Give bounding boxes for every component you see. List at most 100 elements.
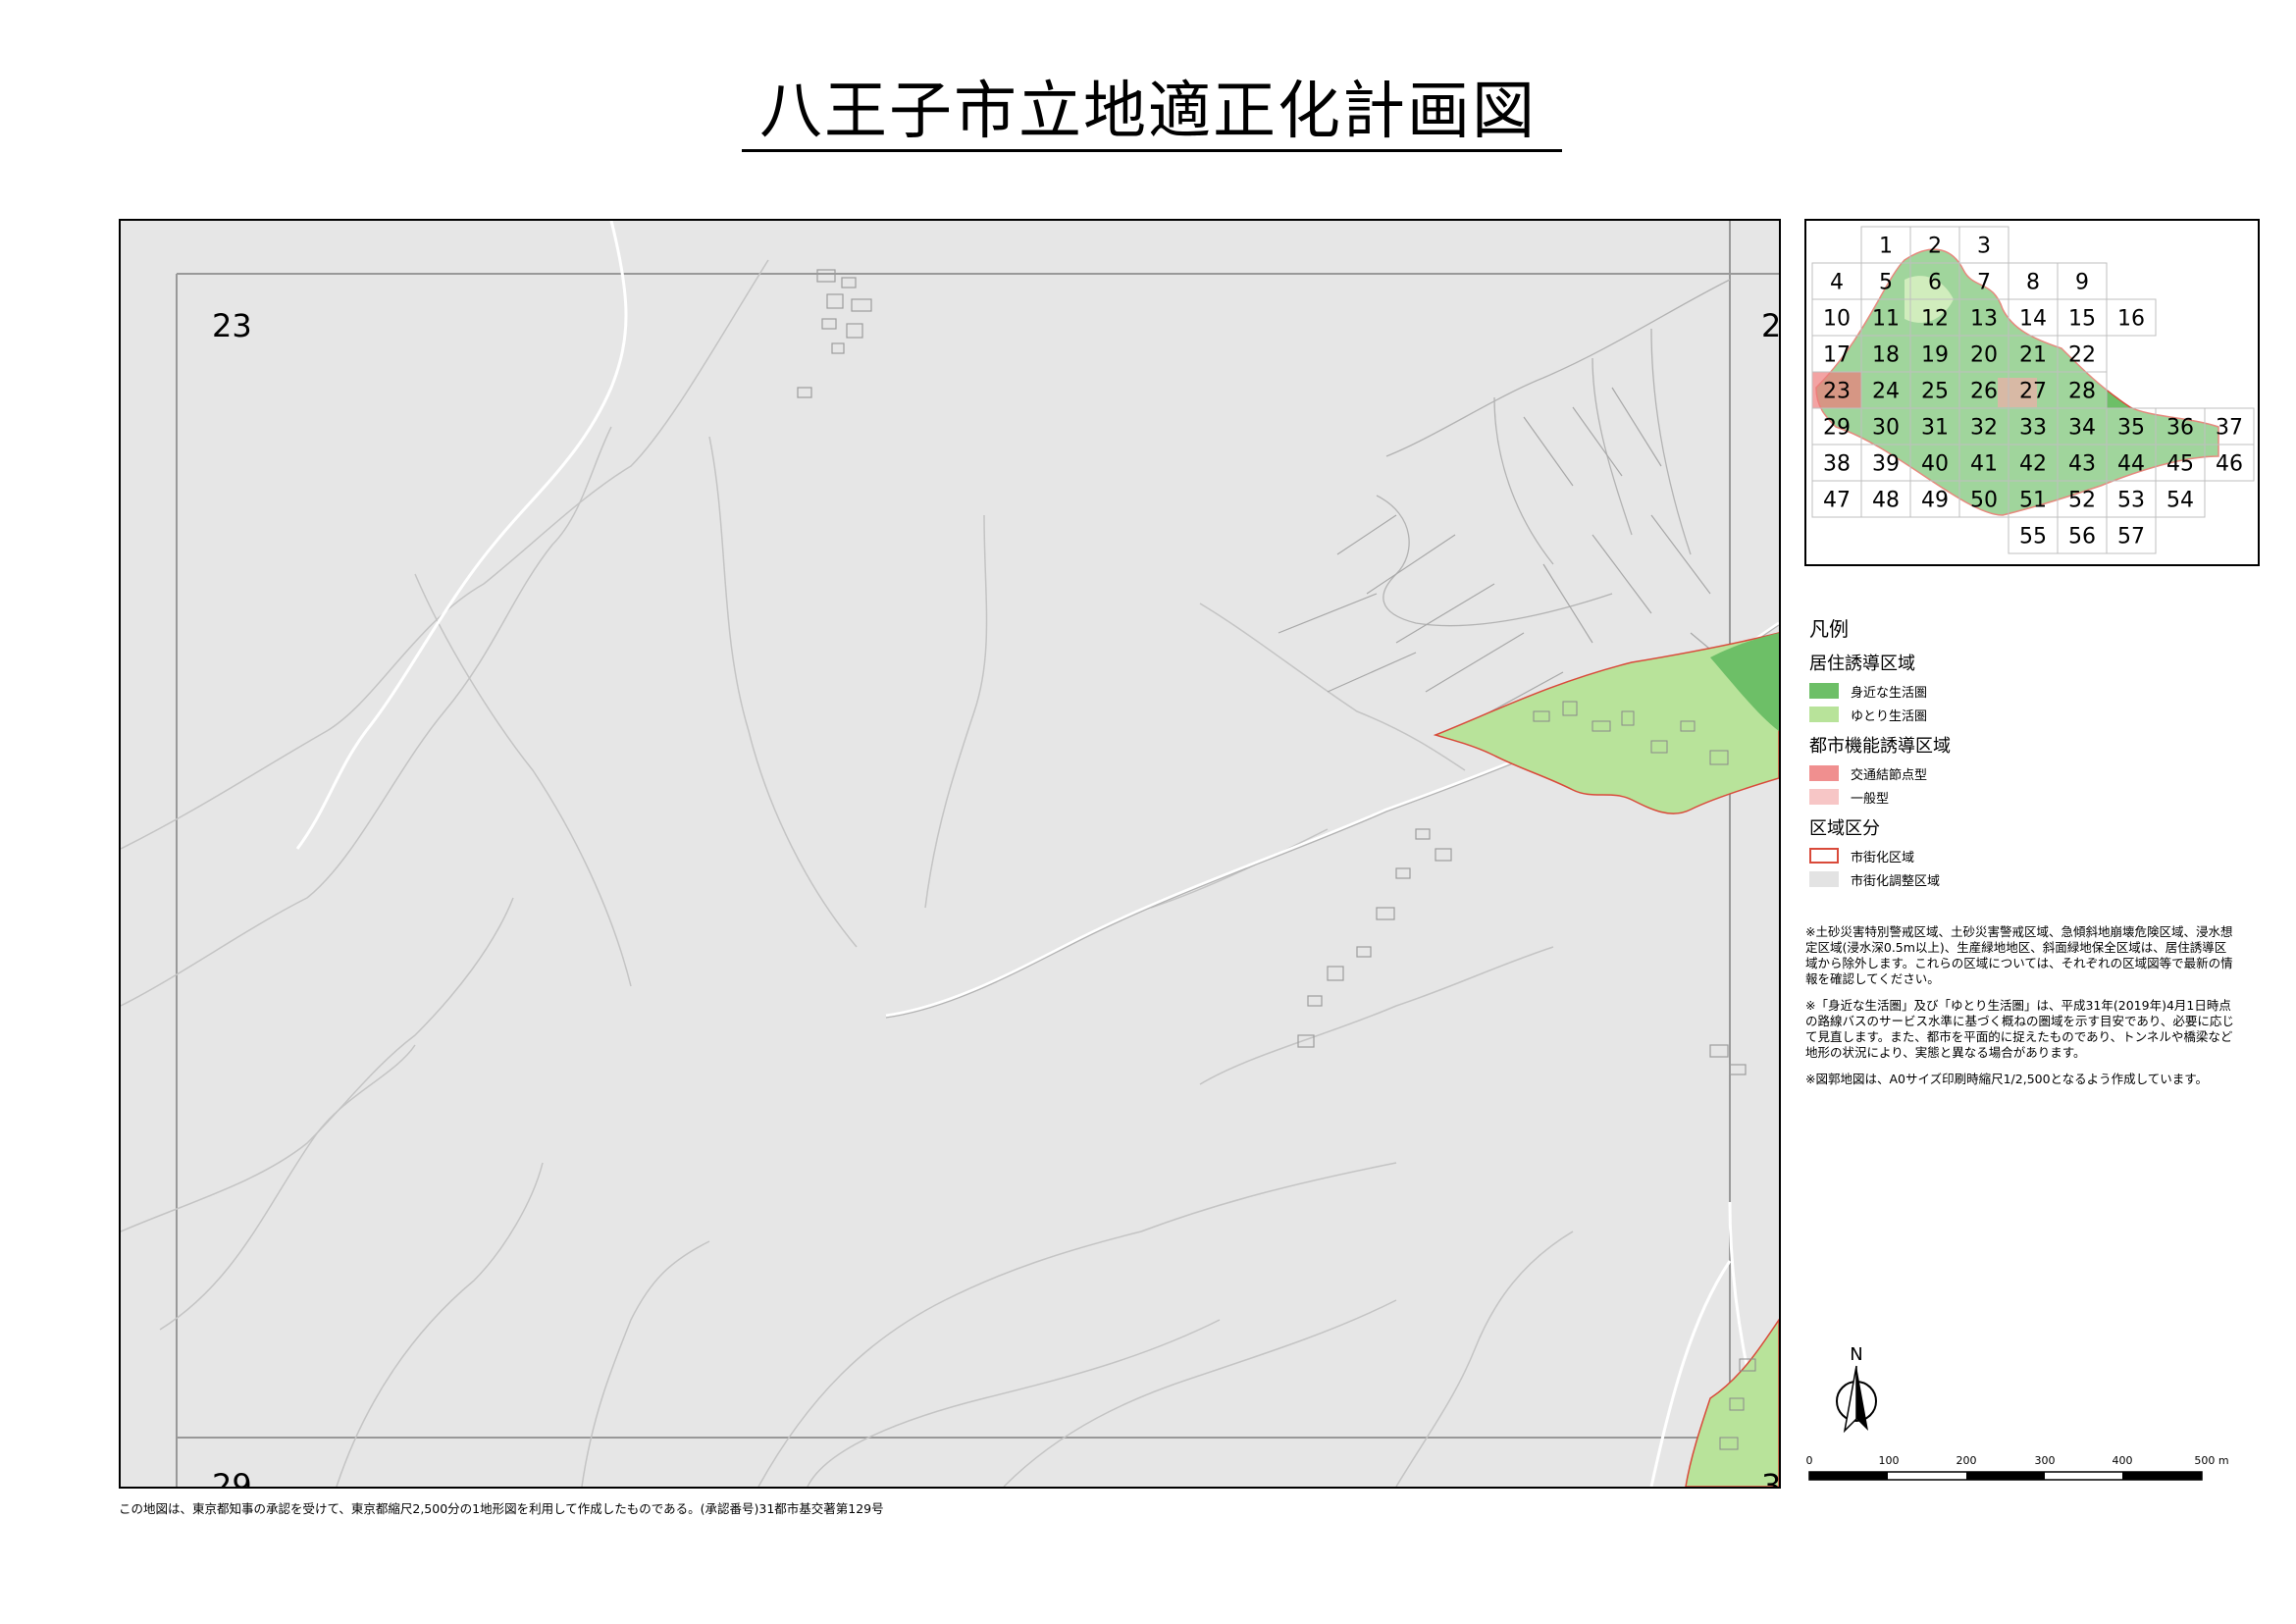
sheet-number-bottom-left: 29 <box>212 1467 252 1489</box>
swatch-mijika <box>1809 683 1839 699</box>
index-cell-label: 26 <box>1970 380 1998 404</box>
index-cell-label: 14 <box>2019 307 2047 332</box>
index-cell-label: 10 <box>1823 307 1851 332</box>
index-cell-label: 6 <box>1928 271 1942 295</box>
legend-group-urban-function: 都市機能誘導区域 交通結節点型 一般型 <box>1809 732 2261 809</box>
index-cell-label: 43 <box>2068 452 2096 477</box>
index-cell-label: 12 <box>1921 307 1949 332</box>
index-cell-label: 47 <box>1823 489 1851 513</box>
north-arrow-icon: N <box>1836 1344 1877 1434</box>
sheet-grid <box>176 221 1779 1487</box>
index-cell-label: 36 <box>2166 416 2194 441</box>
index-cell-label: 17 <box>1823 343 1851 368</box>
index-cell-label: 11 <box>1872 307 1900 332</box>
roads <box>295 221 1779 1487</box>
index-cell-label: 54 <box>2166 489 2194 513</box>
index-cell-label: 24 <box>1872 380 1900 404</box>
area-yutori-lower <box>1685 1318 1779 1487</box>
index-cell-label: 20 <box>1970 343 1998 368</box>
legend-title: 凡例 <box>1809 617 1849 641</box>
index-cell-label: 33 <box>2019 416 2047 441</box>
index-cell-label: 19 <box>1921 343 1949 368</box>
swatch-urbanization <box>1809 848 1839 864</box>
index-map-canvas: 1 2 34 5 6 7 8 910 11 12 13 14 15 1617 18 19 20 21 2223 24 2… <box>1811 226 2255 554</box>
index-cell-label: 27 <box>2019 380 2047 404</box>
index-cell-label: 28 <box>2068 380 2096 404</box>
index-cell-label: 51 <box>2019 489 2047 513</box>
swatch-transit-node <box>1809 765 1839 781</box>
index-cell-label: 16 <box>2117 307 2145 332</box>
scale-label: 100 <box>1879 1454 1900 1467</box>
index-cell-label: 7 <box>1977 271 1991 295</box>
legend-group-residential: 居住誘導区域 身近な生活圏 ゆとり生活圏 <box>1809 650 2261 726</box>
note-text: ※土砂災害特別警戒区域、土砂災害警戒区域、急傾斜地崩壊危険区域、浸水想定区域(浸… <box>1805 924 2233 986</box>
index-cell-label: 30 <box>1872 416 1900 441</box>
index-cell-label: 5 <box>1879 271 1893 295</box>
terrain-lines <box>121 259 1574 1487</box>
index-cell-label: 44 <box>2117 452 2145 477</box>
index-cell-label: 46 <box>2216 452 2243 477</box>
scale-label: 200 <box>1957 1454 1977 1467</box>
index-map: 1 2 3 4 5 6 7 8 9 10 11 12 13 14 15 16 17 18 19 20 21 22 23 24 2… <box>1804 219 2260 566</box>
index-cell-label: 49 <box>1921 489 1949 513</box>
note-text: ※「身近な生活圏」及び「ゆとり生活圏」は、平成31年(2019年)4月1日時点の… <box>1805 998 2234 1060</box>
index-cell-label: 37 <box>2216 416 2243 441</box>
index-cell-label: 42 <box>2019 452 2047 477</box>
scale-bar-graphic: 0 100 200 300 400 500 m <box>1806 1454 2229 1481</box>
index-cell-label: 4 <box>1830 271 1844 295</box>
legend-item-label: 一般型 <box>1851 791 1890 807</box>
swatch-control <box>1809 871 1839 887</box>
index-cell-label: 21 <box>2019 343 2047 368</box>
legend-item-label: ゆとり生活圏 <box>1851 708 1928 724</box>
legend-item-mijika: 身近な生活圏 <box>1809 679 2261 703</box>
legend-item-label: 市街化区域 <box>1851 850 1915 865</box>
index-cell-label: 56 <box>2068 525 2096 550</box>
north-label: N <box>1850 1344 1862 1365</box>
index-cell-label: 1 <box>1879 235 1893 259</box>
legend-group-label: 都市機能誘導区域 <box>1809 736 1951 757</box>
index-cell-label: 50 <box>1970 489 1998 513</box>
legend-group-label: 居住誘導区域 <box>1809 654 1915 674</box>
index-cell-label: 25 <box>1921 380 1949 404</box>
index-cell-label: 57 <box>2117 525 2145 550</box>
index-cell-label: 8 <box>2026 271 2040 295</box>
credit-text: この地図は、東京都知事の承認を受けて、東京都縮尺2,500分の1地形図を利用して… <box>119 1501 884 1516</box>
index-cell-label: 38 <box>1823 452 1851 477</box>
index-cell-label: 41 <box>1970 452 1998 477</box>
map-title: 八王子市立地適正化計画図 <box>759 76 1537 148</box>
north-arrow: N <box>1817 1344 1896 1442</box>
index-cell-label: 32 <box>1970 416 1998 441</box>
legend-item-urbanization: 市街化区域 <box>1809 844 2261 867</box>
main-map[interactable]: 23 2 29 3 <box>119 219 1781 1489</box>
index-cell-label: 3 <box>1977 235 1991 259</box>
index-cell-label: 18 <box>1872 343 1900 368</box>
sheet-number-bottom-right: 3 <box>1761 1467 1781 1489</box>
index-cell-label: 23 <box>1823 380 1851 404</box>
index-cell-label: 22 <box>2068 343 2096 368</box>
index-grid: 1 2 34 5 6 7 8 910 11 12 13 14 15 1617 18 19 20 21 2223 24 2… <box>1811 226 2255 554</box>
index-cell-label: 15 <box>2068 307 2096 332</box>
legend-group-label: 区域区分 <box>1809 818 1880 839</box>
legend-item-control: 市街化調整区域 <box>1809 867 2261 891</box>
index-cell-label: 34 <box>2068 416 2096 441</box>
legend-group-zoning: 区域区分 市街化区域 市街化調整区域 <box>1809 814 2261 891</box>
sheet-number-main: 23 <box>212 307 252 344</box>
scale-label: 0 <box>1806 1454 1813 1467</box>
index-cell-label: 9 <box>2075 271 2089 295</box>
scale-label: 400 <box>2113 1454 2133 1467</box>
swatch-general <box>1809 789 1839 805</box>
index-cell-label: 31 <box>1921 416 1949 441</box>
index-cell-label: 53 <box>2117 489 2145 513</box>
legend: 凡例 居住誘導区域 身近な生活圏 ゆとり生活圏 都市機能誘導区域 交通結節点型 … <box>1809 613 2261 891</box>
sheet-number-top-right: 2 <box>1761 307 1781 344</box>
title-underline <box>742 149 1562 152</box>
buildings-green <box>1533 701 1756 1450</box>
legend-item-yutori: ゆとり生活圏 <box>1809 703 2261 726</box>
scale-bar: 0 100 200 300 400 500 m <box>1803 1452 2235 1492</box>
index-cell-label: 45 <box>2166 452 2194 477</box>
legend-item-label: 身近な生活圏 <box>1851 685 1928 701</box>
index-cell-label: 39 <box>1872 452 1900 477</box>
scale-label: 300 <box>2035 1454 2056 1467</box>
legend-item-transit-node: 交通結節点型 <box>1809 761 2261 785</box>
notes: ※土砂災害特別警戒区域、土砂災害警戒区域、急傾斜地崩壊危険区域、浸水想定区域(浸… <box>1805 924 2237 1098</box>
